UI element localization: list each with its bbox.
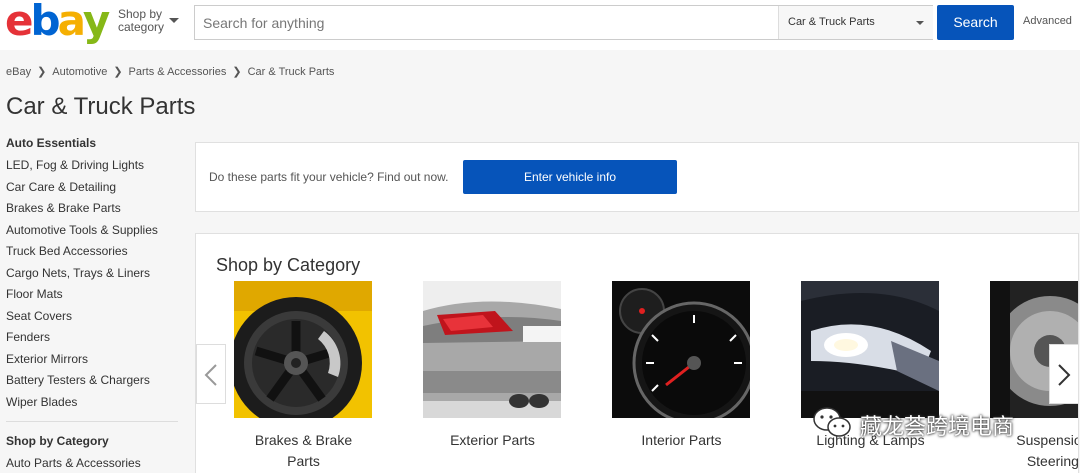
sidebar-item[interactable]: Auto Parts & Accessories [6, 456, 186, 473]
brake-rotor-image[interactable] [234, 281, 372, 418]
carousel-next-button[interactable] [1049, 344, 1078, 404]
sidebar-item[interactable]: Seat Covers [6, 309, 186, 331]
category-label-line1: Exterior Parts [450, 432, 535, 448]
vehicle-fit-panel: Do these parts fit your vehicle? Find ou… [195, 142, 1079, 212]
sidebar-divider [6, 421, 178, 422]
top-header: ebay Shop by category Car & Truck Parts … [0, 0, 1080, 50]
watermark-text: 藏龙荟跨境电商 [860, 415, 1015, 440]
chevron-left-icon [204, 364, 217, 386]
sidebar-item[interactable]: Brakes & Brake Parts [6, 201, 186, 223]
sidebar-item[interactable]: Car Care & Detailing [6, 180, 186, 202]
headlight-image[interactable] [801, 281, 939, 418]
ebay-logo[interactable]: ebay [5, 0, 110, 45]
breadcrumb-ebay[interactable]: eBay [6, 66, 31, 78]
breadcrumb: eBay ❯ Automotive ❯ Parts & Accessories ❯ Car … [6, 65, 334, 78]
sidebar-item[interactable]: Automotive Tools & Supplies [6, 223, 186, 245]
sidebar: Auto Essentials LED, Fog & Driving Light… [6, 136, 186, 473]
speedometer-image[interactable] [612, 281, 750, 418]
breadcrumb-parts-accessories[interactable]: Parts & Accessories [129, 66, 227, 78]
chevron-right-icon [1058, 364, 1071, 386]
advanced-search-link[interactable]: Advanced [1023, 15, 1072, 27]
category-label[interactable]: Exterior Parts [405, 430, 580, 451]
sidebar-item[interactable]: LED, Fog & Driving Lights [6, 158, 186, 180]
logo-letter: b [30, 0, 61, 45]
carousel-prev-button[interactable] [196, 344, 226, 404]
search-button[interactable]: Search [937, 5, 1014, 40]
category-label-line1: Interior Parts [641, 432, 722, 448]
search-input[interactable] [195, 6, 777, 39]
chevron-right-icon: ❯ [37, 66, 47, 78]
category-select[interactable]: Car & Truck Parts [778, 6, 933, 39]
sidebar-item[interactable]: Floor Mats [6, 287, 186, 309]
logo-letter: e [5, 0, 33, 45]
shop-by-category-title: Shop by Category [216, 255, 361, 275]
breadcrumb-automotive[interactable]: Automotive [52, 66, 107, 78]
sidebar-item[interactable]: Wiper Blades [6, 395, 186, 417]
shop-by-category-button[interactable]: Shop by category [118, 8, 182, 34]
breadcrumb-current: Car & Truck Parts [247, 66, 335, 78]
caret-down-icon [169, 18, 179, 23]
category-label-line1: Brakes & Brake [254, 432, 353, 448]
category-label-line2: Steering P [1026, 453, 1079, 469]
sidebar-heading-auto-essentials: Auto Essentials [6, 136, 97, 150]
logo-letter: a [57, 0, 86, 45]
logo-letter: y [82, 0, 110, 45]
car-rear-image[interactable] [423, 281, 561, 418]
wechat-icon [813, 407, 851, 437]
page-title: Car & Truck Parts [6, 93, 196, 120]
search-bar: Car & Truck Parts [194, 5, 933, 40]
vehicle-fit-prompt: Do these parts fit your vehicle? Find ou… [209, 170, 449, 184]
sidebar-item[interactable]: Truck Bed Accessories [6, 244, 186, 266]
sidebar-item[interactable]: Cargo Nets, Trays & Liners [6, 266, 186, 288]
chevron-right-icon: ❯ [113, 66, 123, 78]
sidebar-item[interactable]: Fenders [6, 330, 186, 352]
category-label[interactable]: Interior Parts [594, 430, 769, 451]
sidebar-item[interactable]: Battery Testers & Chargers [6, 373, 186, 395]
category-label-line2: Parts [287, 453, 320, 469]
chevron-right-icon: ❯ [232, 66, 242, 78]
caret-down-icon [916, 21, 924, 25]
category-select-value: Car & Truck Parts [788, 16, 875, 28]
sidebar-item[interactable]: Exterior Mirrors [6, 352, 186, 374]
sidebar-heading-shop-by-category: Shop by Category [6, 434, 109, 448]
category-label[interactable]: Brakes & Brake Parts [216, 430, 391, 472]
enter-vehicle-info-button[interactable]: Enter vehicle info [463, 160, 677, 194]
